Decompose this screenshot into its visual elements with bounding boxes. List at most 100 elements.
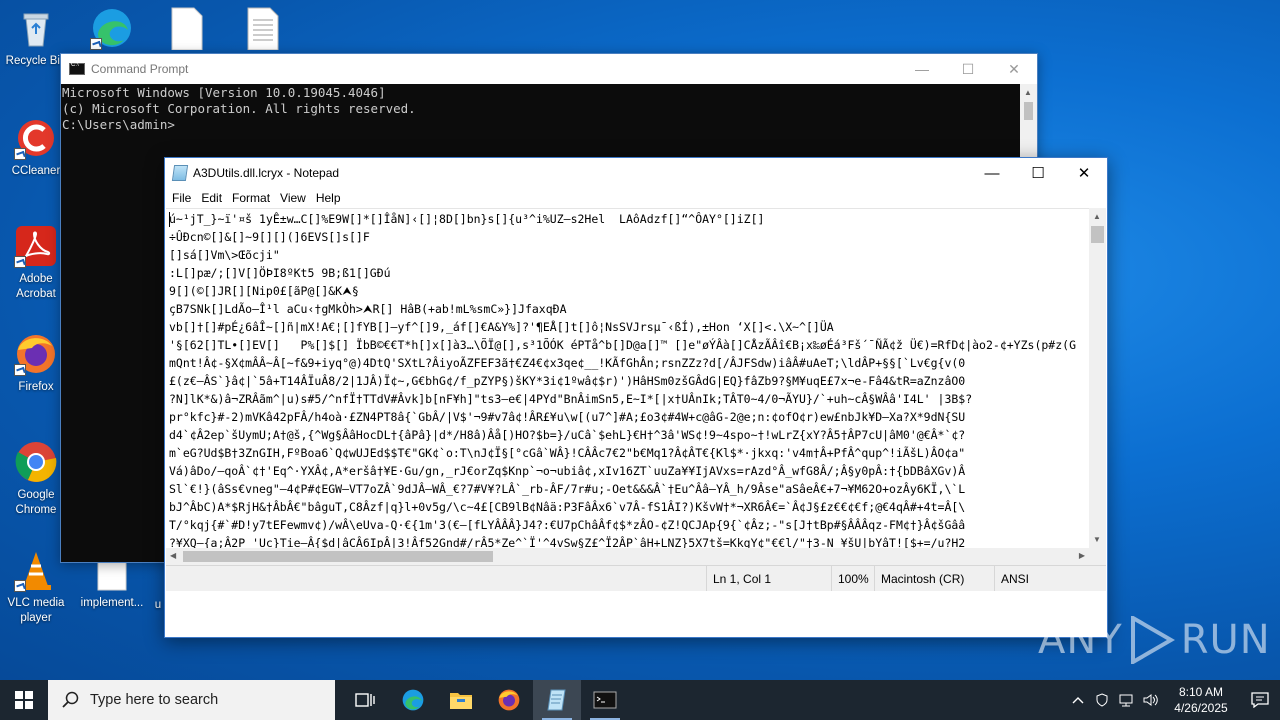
editor-line: ú~¹jT_}~ï'¤š 1yÊ±w…C[]%E9W[]*[]ÎåN]‹[]¦8…	[169, 212, 765, 226]
shortcut-arrow-icon	[14, 148, 26, 160]
maximize-button[interactable]: ☐	[945, 54, 991, 84]
action-center-button[interactable]	[1240, 680, 1280, 720]
scroll-up-icon[interactable]: ▲	[1024, 88, 1032, 97]
show-hidden-icons-button[interactable]	[1066, 680, 1090, 720]
scrollbar-thumb[interactable]	[1024, 102, 1033, 120]
editor-line: Vá)âDo/—qoÂ`¢†'Eq^·YXÂ¢,A*eršâ†¥E·Gu/gn,…	[169, 464, 966, 478]
menu-view[interactable]: View	[275, 191, 311, 205]
editor-line: mQnt!Â¢-§X¢mÂÂ~Â[~f&9+iyq°@)4DtQ'SXtL?Âi…	[169, 356, 966, 370]
notepad-icon	[171, 165, 189, 181]
editor-line: ?N]lK*&)â¬ZRÂãm^|u)s#5/^nfÏ†TTdV#Âvk]b[n…	[169, 392, 973, 406]
taskbar-search-box[interactable]: Type here to search	[48, 680, 335, 720]
taskbar-file-explorer[interactable]	[437, 680, 485, 720]
taskbar-task-view[interactable]	[341, 680, 389, 720]
microsoft-edge-icon	[402, 689, 424, 711]
status-bar: Ln 1, Col 1 100% Macintosh (CR) ANSI	[166, 565, 1106, 591]
close-button[interactable]: ✕	[1061, 158, 1107, 188]
desktop-icon-implement[interactable]: implement...	[76, 560, 148, 611]
shortcut-arrow-icon	[14, 364, 26, 376]
minimize-button[interactable]: —	[899, 54, 945, 84]
clock-time: 8:10 AM	[1178, 685, 1224, 699]
microsoft-edge-icon	[90, 6, 134, 50]
cmd-console[interactable]: Microsoft Windows [Version 10.0.19045.40…	[61, 84, 1037, 133]
cmd-titlebar[interactable]: Command Prompt — ☐ ✕	[61, 54, 1037, 84]
cmd-line: Microsoft Windows [Version 10.0.19045.40…	[62, 85, 386, 100]
menu-edit[interactable]: Edit	[196, 191, 227, 205]
tray-defender-button[interactable]	[1090, 680, 1114, 720]
editor-line: T/°kqj{#`#D!y7tEFewmv¢)/wÂ\eUva-Q·€{1m'3…	[169, 518, 966, 532]
notepad-icon	[547, 689, 566, 711]
minimize-button[interactable]: —	[969, 158, 1015, 188]
maximize-button[interactable]: ☐	[1015, 158, 1061, 188]
desktop-icon-text-file[interactable]	[226, 6, 298, 54]
watermark-text-right: RUN	[1180, 617, 1271, 663]
task-view-icon	[355, 693, 375, 707]
menu-help[interactable]: Help	[311, 191, 346, 205]
editor-line: 9[](©[]JR[][Nip0£[ãP@[]&K⮝§	[169, 284, 359, 298]
shortcut-arrow-icon	[90, 38, 102, 50]
desktop: Recycle Bin CCleaner Adobe Acrobat Firef…	[0, 0, 1280, 680]
menu-format[interactable]: Format	[227, 191, 275, 205]
firefox-icon	[498, 689, 520, 711]
scroll-down-icon[interactable]: ▼	[1093, 535, 1101, 544]
vlc-icon	[14, 548, 58, 592]
taskbar-firefox[interactable]	[485, 680, 533, 720]
network-icon	[1119, 694, 1133, 707]
taskbar: Type here to search 8:10 AM 4/26/2025	[0, 680, 1280, 720]
blank-file-icon	[96, 560, 128, 592]
command-prompt-icon	[593, 691, 617, 709]
blank-file-icon	[164, 6, 208, 51]
volume-icon	[1143, 694, 1158, 706]
status-zoom: 100%	[831, 566, 874, 591]
editor-line: d4`¢Â2ep`šUymU;A†@š,{^Wg§ÂâHocDL†{âPâ}|d…	[169, 428, 966, 442]
watermark-text-left: ANY	[1038, 617, 1123, 663]
system-tray: 8:10 AM 4/26/2025	[1066, 680, 1280, 720]
tray-network-button[interactable]	[1114, 680, 1138, 720]
close-button[interactable]: ✕	[991, 54, 1037, 84]
text-editor-area[interactable]: ú~¹jT_}~ï'¤š 1yÊ±w…C[]%E9W[]*[]ÎåN]‹[]¦8…	[166, 208, 1089, 548]
scroll-left-icon[interactable]: ◀	[170, 551, 176, 560]
recycle-bin-icon	[14, 6, 58, 50]
editor-line: ?¥XQ—{a;Â2P_'Uc}Tie—Â{$d|âCÂ6IpÂ|3!Âf52G…	[169, 536, 966, 548]
chevron-up-icon	[1072, 697, 1084, 704]
menu-file[interactable]: File	[167, 191, 196, 205]
desktop-icon-blank-file[interactable]	[150, 6, 222, 54]
start-button[interactable]	[0, 680, 48, 720]
desktop-icon-label: implement...	[80, 597, 144, 609]
editor-line: pr°kfc}#-2)mVKâ42pFÂ/h4oà·£ZN4PT8â{`GbÂ/…	[169, 410, 966, 424]
taskbar-notepad[interactable]	[533, 680, 581, 720]
editor-line: ÷ÛÐcn©[]&[]~9[][](]6EVS[]s[]F	[169, 230, 370, 244]
command-prompt-icon	[69, 62, 85, 75]
notification-icon	[1251, 692, 1269, 708]
editor-content: ú~¹jT_}~ï'¤š 1yÊ±w…C[]%E9W[]*[]ÎåN]‹[]¦8…	[166, 209, 1089, 548]
notepad-title: A3DUtils.dll.lcryx - Notepad	[193, 166, 340, 180]
editor-line: çB7SNk[]LdÃo—Î¹l aCu‹†gMkÒh>⮝R[] HâB(+ab…	[169, 302, 567, 316]
shield-icon	[1096, 693, 1108, 707]
shortcut-arrow-icon	[14, 256, 26, 268]
scrollbar-thumb[interactable]	[183, 551, 493, 562]
scroll-up-icon[interactable]: ▲	[1093, 212, 1101, 221]
notepad-vertical-scrollbar[interactable]: ▲ ▼	[1089, 208, 1106, 548]
shortcut-arrow-icon	[14, 580, 26, 592]
ccleaner-icon	[14, 116, 58, 160]
status-encoding: ANSI	[994, 566, 1106, 591]
menu-bar: File Edit Format View Help	[165, 188, 1107, 208]
editor-line: vb[]†[]#pÉ¿6âÎ~[]ñ|mX!A€¦[]fYB[]—yf^[]9,…	[169, 320, 834, 334]
desktop-icon-edge[interactable]	[76, 6, 148, 54]
clock-date: 4/26/2025	[1174, 701, 1228, 715]
scroll-right-icon[interactable]: ▶	[1079, 551, 1085, 560]
search-placeholder: Type here to search	[90, 692, 219, 708]
notepad-window[interactable]: A3DUtils.dll.lcryx - Notepad — ☐ ✕ File …	[164, 157, 1108, 638]
search-icon	[62, 691, 79, 708]
taskbar-edge[interactable]	[389, 680, 437, 720]
tray-volume-button[interactable]	[1138, 680, 1162, 720]
taskbar-clock[interactable]: 8:10 AM 4/26/2025	[1162, 684, 1240, 716]
editor-line: :L[]pæ/;[]V[]ÖÞI8ºKt5 9B;ß1[]GÐú	[169, 266, 391, 280]
taskbar-command-prompt[interactable]	[581, 680, 629, 720]
notepad-titlebar[interactable]: A3DUtils.dll.lcryx - Notepad — ☐ ✕	[165, 158, 1107, 188]
text-caret	[169, 212, 170, 227]
cmd-prompt-line: C:\Users\admin>	[62, 117, 175, 132]
scrollbar-thumb[interactable]	[1091, 226, 1104, 243]
cmd-title: Command Prompt	[91, 62, 189, 76]
notepad-horizontal-scrollbar[interactable]: ◀ ▶	[166, 548, 1089, 565]
